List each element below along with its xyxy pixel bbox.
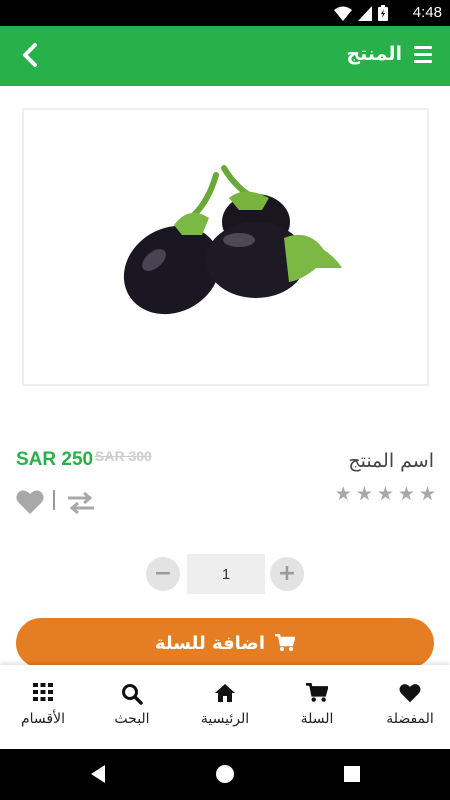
star-icon: ★ — [355, 483, 373, 505]
recents-square-icon — [344, 766, 360, 782]
battery-icon — [378, 5, 388, 21]
eggplant-image — [123, 165, 342, 315]
system-recents-button[interactable] — [341, 763, 363, 785]
heart-icon — [399, 684, 421, 703]
cart-icon — [275, 634, 295, 651]
signal-icon — [358, 5, 372, 21]
heart-icon — [16, 490, 44, 514]
nav-item-search[interactable]: البحث — [87, 665, 177, 749]
system-back-button[interactable] — [87, 763, 109, 785]
grid-icon — [33, 683, 53, 701]
quantity-decrease-button[interactable]: − — [146, 557, 180, 591]
menu-button[interactable] — [414, 46, 434, 66]
nav-label: المفضلة — [386, 711, 434, 727]
nav-label: الأقسام — [21, 711, 65, 727]
product-price: SAR 250 — [16, 449, 94, 470]
system-home-button[interactable] — [214, 763, 236, 785]
nav-label: السلة — [300, 711, 334, 727]
status-time: 4:48 — [412, 4, 442, 21]
home-icon — [215, 684, 235, 702]
product-old-price: SAR 300 — [95, 448, 152, 464]
cart-icon — [306, 683, 328, 702]
star-icon: ★ — [334, 483, 352, 505]
add-to-cart-button[interactable]: اضافة للسلة — [16, 618, 434, 668]
add-to-cart-label: اضافة للسلة — [155, 632, 265, 654]
star-icon: ★ — [418, 483, 436, 505]
wifi-icon — [334, 6, 352, 21]
quantity-increase-button[interactable]: + — [270, 557, 304, 591]
app-bar: المنتج — [0, 26, 450, 86]
bottom-nav: المفضلة السلة الرئيسية البحث الأقسام — [0, 665, 450, 749]
status-bar: 4:48 — [0, 0, 450, 26]
back-triangle-icon — [91, 765, 105, 783]
minus-icon: − — [153, 561, 173, 586]
search-icon — [122, 684, 143, 705]
product-name: اسم المنتج — [348, 450, 434, 472]
wishlist-button[interactable] — [16, 489, 44, 515]
rating-stars: ★ ★ ★ ★ ★ — [335, 484, 436, 504]
divider — [53, 490, 55, 510]
back-button[interactable] — [16, 40, 46, 70]
nav-item-cart[interactable]: السلة — [272, 665, 362, 749]
nav-item-favorites[interactable]: المفضلة — [365, 665, 450, 749]
star-icon: ★ — [397, 483, 415, 505]
star-icon: ★ — [376, 483, 394, 505]
exchange-icon — [68, 491, 94, 515]
nav-label: الرئيسية — [200, 711, 250, 727]
chevron-left-icon — [23, 43, 37, 67]
page-title: المنتج — [346, 43, 402, 65]
quantity-input[interactable] — [187, 554, 265, 594]
nav-item-home[interactable]: الرئيسية — [180, 665, 270, 749]
nav-label: البحث — [114, 711, 150, 727]
nav-item-categories[interactable]: الأقسام — [0, 665, 88, 749]
menu-icon — [414, 46, 432, 49]
home-circle-icon — [216, 765, 234, 783]
status-icons — [334, 5, 388, 21]
product-image — [22, 108, 429, 386]
system-nav-bar — [0, 749, 450, 800]
plus-icon: + — [277, 561, 297, 586]
compare-button[interactable] — [66, 491, 96, 515]
